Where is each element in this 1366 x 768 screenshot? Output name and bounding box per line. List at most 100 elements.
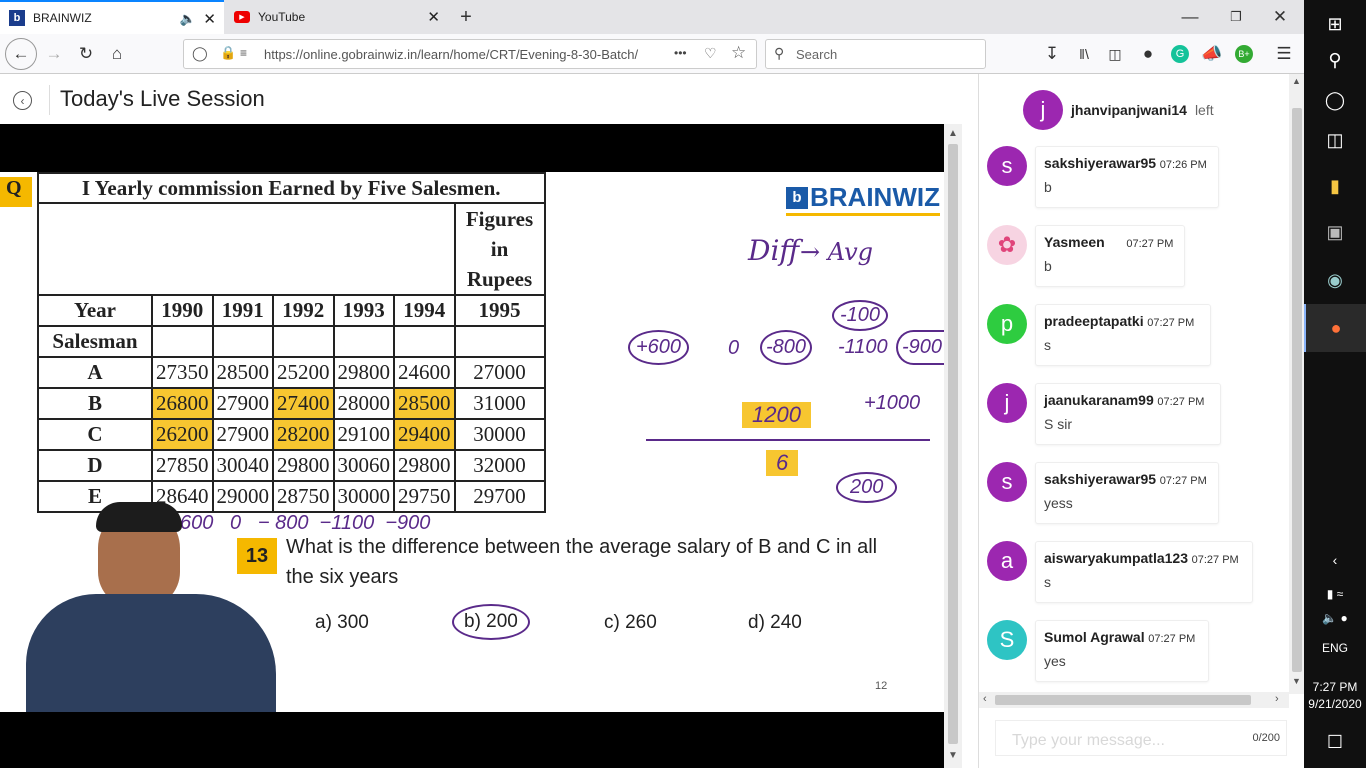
tab-title: BRAINWIZ	[33, 11, 92, 25]
language-indicator[interactable]: ENG	[1304, 641, 1366, 655]
table-row: C 26200 27900 28200 29100 29400 30000	[37, 418, 546, 451]
task-view-icon[interactable]: ◫	[1304, 116, 1366, 164]
message-username: Yasmeen	[1044, 234, 1105, 250]
avatar: a	[987, 541, 1027, 581]
avatar: j	[987, 383, 1027, 423]
page-title: Today's Live Session	[60, 86, 265, 111]
cell: 27000	[453, 356, 546, 389]
lock-icon[interactable]: 🔒	[220, 45, 236, 61]
file-explorer-icon[interactable]: ▮	[1304, 162, 1366, 210]
back-icon[interactable]: ←	[5, 38, 37, 70]
cell: 29100	[332, 418, 395, 451]
avatar: s	[987, 146, 1027, 186]
bookmark-star-icon[interactable]: ☆	[731, 43, 746, 63]
battery-wifi-icon[interactable]: ▮ ≈	[1304, 582, 1366, 606]
page-scrollbar[interactable]: ▲ ▼	[944, 124, 962, 768]
library-icon[interactable]: ‖\	[1070, 40, 1098, 68]
show-hidden-icons-icon[interactable]: ‹	[1304, 548, 1366, 572]
shield-icon[interactable]: ◯	[192, 45, 208, 62]
handwriting-plus600: +600	[628, 330, 690, 365]
pocket-icon[interactable]: ♡	[704, 45, 717, 62]
minimize-icon[interactable]: —	[1176, 3, 1204, 31]
clock-time[interactable]: 7:27 PM	[1304, 680, 1366, 694]
figures-label: Figures in Rupees	[453, 202, 546, 296]
volume-icon[interactable]: 🔈 ●	[1304, 606, 1366, 630]
option-b: b) 200	[452, 604, 530, 640]
message-input[interactable]: Type your message... 0/200	[995, 720, 1287, 756]
announce-icon[interactable]: 📣	[1198, 40, 1226, 68]
sidebar-icon[interactable]: ◫	[1101, 40, 1129, 68]
cell: 27900	[211, 387, 274, 420]
slide-page-number: 12	[875, 680, 888, 692]
page-actions-icon[interactable]: •••	[674, 46, 687, 60]
close-tab-icon[interactable]: ✕	[203, 10, 216, 28]
handwriting-plus1000: +1000	[864, 392, 921, 414]
year-cell: 1993	[332, 294, 395, 327]
browser-tab-bar: b BRAINWIZ 🔈 ✕ ▶ YouTube ✕ + — ❐ ✕	[0, 0, 1304, 34]
tab-youtube[interactable]: ▶ YouTube ✕	[224, 0, 448, 34]
cell: 29800	[272, 449, 335, 482]
chat-message: j jaanukaranam99 07:27 PM S sir	[987, 383, 1277, 445]
download-icon[interactable]: ↧	[1038, 40, 1066, 68]
cell: 28000	[332, 387, 395, 420]
message-text: yess	[1044, 495, 1073, 511]
year-cell: 1991	[211, 294, 274, 327]
extension-icon[interactable]: B+	[1230, 40, 1258, 68]
salesman-name: B	[37, 387, 153, 420]
close-window-icon[interactable]: ✕	[1266, 3, 1294, 31]
new-tab-icon[interactable]: +	[452, 3, 480, 31]
search-input[interactable]: ⚲ Search	[765, 39, 986, 69]
table-row: A 27350 28500 25200 29800 24600 27000	[37, 356, 546, 389]
grammarly-icon[interactable]: G	[1166, 40, 1194, 68]
message-username: sakshiyerawar95	[1044, 155, 1157, 171]
url-text[interactable]: https://online.gobrainwiz.in/learn/home/…	[264, 47, 664, 62]
brand-mark-icon: b	[786, 186, 808, 209]
cell: 29700	[453, 480, 546, 513]
reload-icon[interactable]: ↻	[72, 40, 100, 68]
handwriting-diff: Diff	[748, 234, 800, 267]
restore-icon[interactable]: ❐	[1222, 3, 1250, 31]
question-text-line1: What is the difference between the avera…	[286, 536, 878, 558]
chat-horizontal-scrollbar[interactable]: ‹ ›	[979, 692, 1289, 708]
firefox-icon[interactable]: ●	[1304, 304, 1366, 352]
tab-brainwiz[interactable]: b BRAINWIZ 🔈 ✕	[0, 0, 224, 34]
forward-icon[interactable]: →	[40, 40, 68, 68]
message-username: Sumol Agrawal	[1044, 629, 1145, 645]
chat-panel: j jhanvipanjwani14 left s sakshiyerawar9…	[978, 74, 1305, 768]
message-time: 07:27 PM	[1191, 554, 1239, 566]
message-text: yes	[1044, 653, 1066, 669]
speaker-icon[interactable]: 🔈	[180, 11, 196, 27]
usb-drive-icon[interactable]: ▣	[1304, 208, 1366, 256]
handwriting-200: 200	[836, 472, 898, 503]
clock-date[interactable]: 9/21/2020	[1304, 697, 1366, 711]
year-cell: 1995	[453, 294, 546, 327]
presenter-video	[20, 502, 280, 712]
account-icon[interactable]: ●	[1134, 40, 1162, 68]
menu-icon[interactable]: ☰	[1270, 40, 1298, 68]
chat-message: s sakshiyerawar95 07:26 PM b	[987, 146, 1277, 208]
address-bar[interactable]: ◯ 🔒 ≡ https://online.gobrainwiz.in/learn…	[183, 39, 757, 69]
notifications-icon[interactable]: ☐	[1304, 718, 1366, 766]
cell: 27850	[151, 449, 214, 482]
cell: 29400	[393, 418, 456, 451]
avatar: s	[987, 462, 1027, 502]
fraction-line	[646, 439, 930, 441]
chat-message: a aiswaryakumpatla123 07:27 PM s	[987, 541, 1277, 603]
message-bubble: aiswaryakumpatla123 07:27 PM s	[1035, 541, 1253, 603]
message-bubble: sakshiyerawar95 07:27 PM yess	[1035, 462, 1219, 524]
message-time: 07:27 PM	[1126, 238, 1174, 250]
salesman-name: C	[37, 418, 153, 451]
cell: 28500	[211, 356, 274, 389]
permissions-icon[interactable]: ≡	[240, 46, 247, 60]
home-icon[interactable]: ⌂	[103, 40, 131, 68]
question-marker: Q	[0, 177, 32, 207]
chat-scrollbar[interactable]: ▲ ▼	[1289, 74, 1305, 694]
message-bubble: sakshiyerawar95 07:26 PM b	[1035, 146, 1219, 208]
brainwiz-favicon-icon: b	[9, 10, 25, 26]
live-video-player[interactable]: Q I Yearly commission Earned by Five Sal…	[0, 124, 944, 768]
close-tab-icon[interactable]: ✕	[427, 8, 440, 26]
chat-header: j jhanvipanjwani14 left	[1023, 90, 1214, 130]
cell: 28200	[272, 418, 335, 451]
back-circle-icon[interactable]: ‹	[13, 91, 32, 110]
camera-icon[interactable]: ◉	[1304, 256, 1366, 304]
